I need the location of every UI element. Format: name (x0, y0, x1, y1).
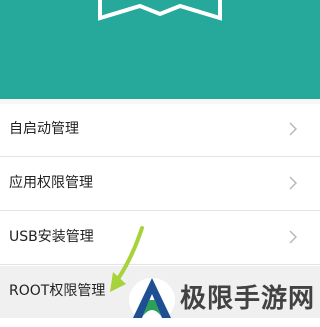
divider (0, 210, 320, 211)
menu-item-label: ROOT权限管理 (9, 283, 106, 299)
menu-item-label: 自启动管理 (9, 121, 79, 137)
menu-item-app-permissions[interactable]: 应用权限管理 (0, 158, 320, 210)
chevron-right-icon (289, 176, 297, 190)
ribbon-icon (98, 0, 222, 21)
chevron-right-icon (289, 230, 297, 244)
menu-item-usb-install[interactable]: USB安装管理 (0, 212, 320, 264)
chevron-right-icon (289, 122, 297, 136)
watermark-text: 极限手游网 (180, 284, 316, 314)
menu-item-label: 应用权限管理 (9, 175, 93, 191)
divider (0, 264, 320, 265)
screen: 自启动管理 应用权限管理 USB安装管理 ROOT权限管理 极限手游网 (0, 0, 320, 327)
site-logo-icon (129, 278, 175, 322)
menu-item-label: USB安装管理 (9, 229, 94, 245)
watermark-logo: 极限手游网 (127, 270, 317, 324)
header-banner (0, 0, 320, 99)
divider (0, 156, 320, 157)
menu-item-autostart[interactable]: 自启动管理 (0, 104, 320, 156)
